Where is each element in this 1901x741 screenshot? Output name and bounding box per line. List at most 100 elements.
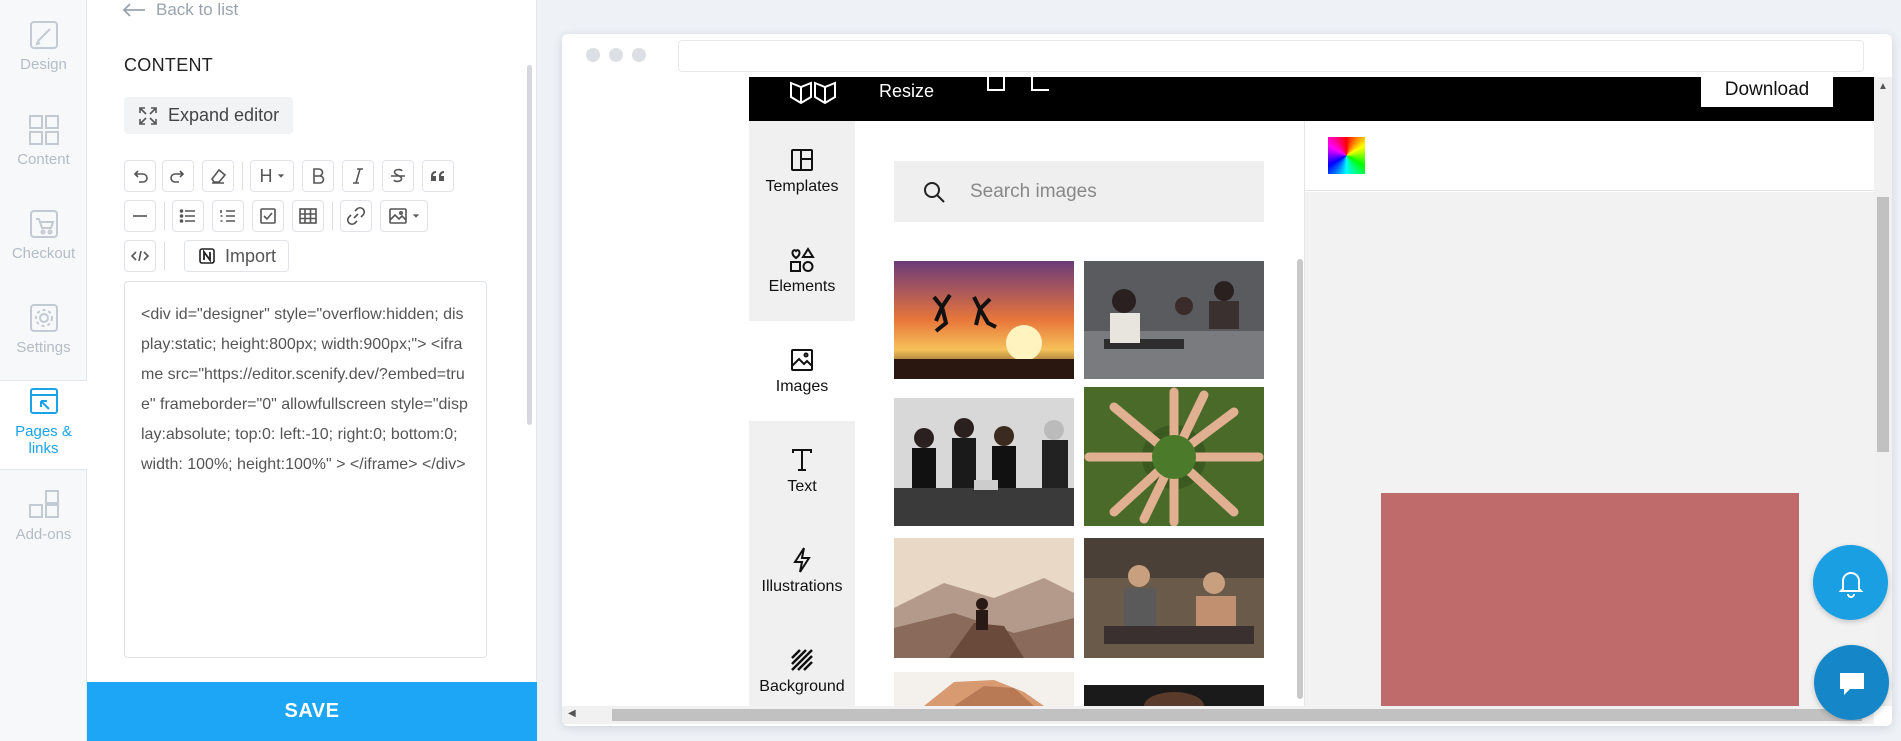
friends-relaxing-image (1084, 538, 1264, 658)
scroll-left-icon[interactable]: ◀ (568, 708, 576, 719)
hands-circle-image (1084, 387, 1264, 526)
redo-button[interactable] (162, 160, 194, 192)
icon-rail: Design Content Checkout Settings Pages &… (0, 0, 87, 741)
import-button[interactable]: Import (184, 240, 290, 272)
redo-icon[interactable] (1031, 77, 1049, 91)
blockquote-button[interactable] (422, 160, 454, 192)
rail-item-settings[interactable]: Settings (0, 301, 87, 391)
portrait-image (1084, 685, 1264, 706)
save-button[interactable]: SAVE (87, 682, 537, 741)
rail-item-addons[interactable]: Add-ons (0, 488, 87, 578)
redo-icon (170, 170, 185, 183)
url-bar[interactable] (678, 40, 1864, 72)
download-button[interactable]: Download (1701, 77, 1833, 107)
window-dot (609, 48, 623, 62)
link-button[interactable] (340, 200, 372, 232)
sidebar-item-text[interactable]: Text (749, 421, 855, 521)
heading-dropdown[interactable]: H (250, 160, 294, 192)
sidebar-item-illustrations[interactable]: Illustrations (749, 521, 855, 621)
color-picker-swatch[interactable] (1328, 137, 1365, 174)
code-view-button[interactable] (124, 240, 156, 272)
rail-item-checkout[interactable]: Checkout (0, 207, 87, 297)
image-search-input[interactable]: Search images (894, 161, 1264, 222)
image-thumbnail[interactable] (894, 398, 1074, 526)
bullet-list-icon (179, 209, 195, 223)
html-code-editor[interactable]: <div id="designer" style="overflow:hidde… (124, 281, 487, 658)
back-to-list-link[interactable]: Back to list (122, 0, 238, 20)
toolbar-divider (164, 202, 165, 230)
checkbox-icon (260, 208, 276, 224)
bullet-list-button[interactable] (172, 200, 204, 232)
image-dropdown[interactable] (380, 200, 428, 232)
hr-icon (133, 215, 147, 217)
notifications-button[interactable] (1813, 545, 1888, 620)
rail-item-design[interactable]: Design (0, 18, 87, 108)
vertical-scrollbar[interactable]: ▲ (1874, 77, 1892, 706)
cube-logo-icon (790, 81, 836, 105)
bell-icon (1838, 571, 1863, 598)
canvas-toolbar (1305, 121, 1879, 191)
preview-window: Resize Download Templates Elements Image… (562, 34, 1892, 726)
rail-item-content[interactable]: Content (0, 113, 87, 203)
image-thumbnail[interactable] (894, 672, 1074, 706)
image-thumbnail[interactable] (894, 538, 1074, 658)
italic-button[interactable] (342, 160, 374, 192)
sidebar-item-images[interactable]: Images (749, 321, 855, 421)
images-scrollbar[interactable] (1297, 259, 1303, 699)
grid-icon (28, 115, 59, 145)
link-icon (346, 206, 366, 226)
rail-item-pages-links[interactable]: Pages & links (0, 380, 87, 470)
vertical-scroll-thumb[interactable] (1877, 197, 1889, 452)
templates-icon (791, 149, 813, 171)
editor-topbar: Resize Download (749, 77, 1879, 121)
sidebar-item-templates[interactable]: Templates (749, 121, 855, 221)
business-meeting-image (894, 398, 1074, 526)
image-thumbnail[interactable] (1084, 685, 1264, 706)
elements-icon (790, 247, 815, 272)
resize-button[interactable]: Resize (879, 81, 934, 102)
sidebar-item-elements[interactable]: Elements (749, 221, 855, 321)
code-icon (130, 250, 150, 262)
lightning-icon (793, 547, 811, 573)
horizontal-rule-button[interactable] (124, 200, 156, 232)
bold-button[interactable] (302, 160, 334, 192)
cart-icon (29, 210, 58, 238)
ordered-list-button[interactable] (212, 200, 244, 232)
window-dot (586, 48, 600, 62)
strikethrough-button[interactable] (382, 160, 414, 192)
quote-icon (431, 171, 444, 181)
task-list-button[interactable] (252, 200, 284, 232)
design-canvas[interactable] (1305, 192, 1879, 706)
undo-icon[interactable] (987, 77, 1005, 91)
canvas-shape[interactable] (1381, 493, 1799, 706)
image-thumbnail[interactable] (1084, 261, 1264, 379)
handshake-image (894, 672, 1074, 706)
window-dot (632, 48, 646, 62)
clear-format-button[interactable] (202, 160, 234, 192)
sunset-jump-image (894, 261, 1074, 379)
toolbar-divider (242, 162, 243, 190)
bold-icon (313, 168, 325, 184)
scroll-up-icon[interactable]: ▲ (1878, 81, 1888, 92)
chat-button[interactable] (1814, 645, 1889, 720)
hatch-icon (791, 649, 813, 671)
italic-icon (353, 168, 363, 184)
images-icon (791, 349, 813, 371)
editor-panel: Back to list CONTENT Expand editor H Imp… (87, 0, 537, 741)
panel-scrollbar[interactable] (527, 65, 532, 425)
caret-down-icon (412, 214, 420, 218)
search-icon (924, 181, 945, 203)
image-thumbnail[interactable] (1084, 538, 1264, 658)
table-icon (299, 208, 317, 224)
horizontal-scrollbar[interactable]: ◀ (562, 706, 1874, 724)
horizontal-scroll-thumb[interactable] (612, 709, 1862, 721)
expand-editor-button[interactable]: Expand editor (124, 97, 294, 134)
sidebar-item-background[interactable]: Background (749, 621, 855, 706)
caret-down-icon (277, 174, 284, 178)
image-thumbnail[interactable] (1084, 387, 1264, 526)
image-thumbnail[interactable] (894, 261, 1074, 379)
window-controls (586, 48, 646, 62)
undo-button[interactable] (124, 160, 156, 192)
table-button[interactable] (292, 200, 324, 232)
addons-icon (28, 490, 59, 518)
